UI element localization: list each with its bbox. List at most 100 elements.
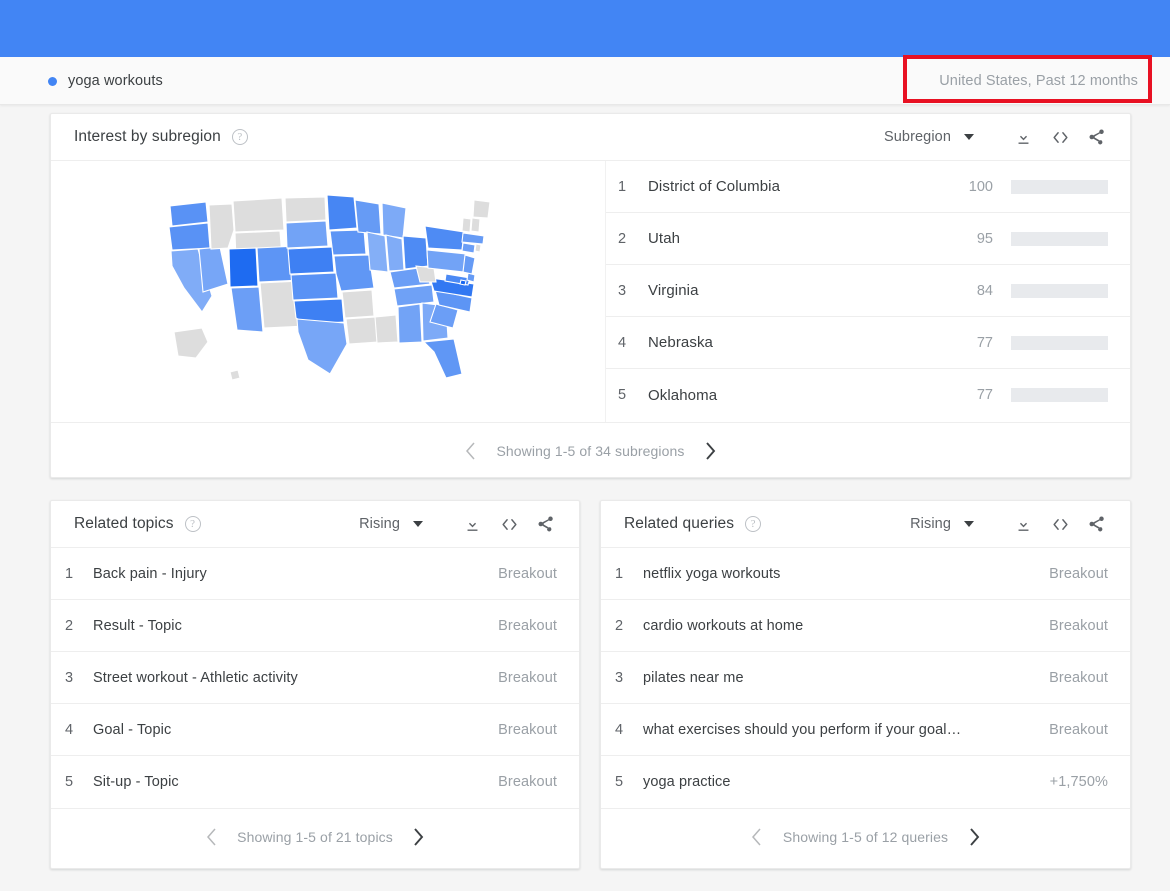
- subregion-scope-label: Subregion: [883, 129, 951, 145]
- row-rank: 2: [618, 230, 627, 247]
- item-value: Breakout: [498, 721, 557, 738]
- us-map-svg[interactable]: [158, 192, 498, 392]
- item-label: yoga practice: [643, 774, 731, 790]
- share-icon[interactable]: [1086, 126, 1108, 148]
- item-value: Breakout: [1049, 669, 1108, 686]
- previous-page-button[interactable]: [201, 827, 221, 847]
- item-rank: 3: [615, 669, 624, 686]
- row-value: 100: [968, 178, 993, 195]
- item-rank: 3: [65, 669, 74, 686]
- chevron-down-icon: [964, 134, 974, 140]
- item-rank: 4: [615, 721, 624, 738]
- us-choropleth-map[interactable]: [51, 161, 606, 422]
- embed-icon[interactable]: [498, 513, 520, 535]
- row-region-name: Nebraska: [648, 334, 713, 351]
- item-value: Breakout: [1049, 617, 1108, 634]
- download-icon[interactable]: [1012, 513, 1034, 535]
- list-item[interactable]: 1 netflix yoga workouts Breakout: [601, 548, 1130, 600]
- row-value: 77: [976, 387, 993, 403]
- row-rank: 1: [618, 178, 627, 195]
- row-value: 95: [976, 230, 993, 247]
- topics-pagination: Showing 1-5 of 21 topics: [51, 808, 579, 864]
- item-value: Breakout: [498, 774, 557, 790]
- share-icon[interactable]: [535, 513, 557, 535]
- item-rank: 5: [65, 774, 74, 790]
- item-label: cardio workouts at home: [643, 617, 804, 634]
- series-color-dot: [48, 76, 57, 86]
- app-header-bar: [0, 0, 1170, 57]
- list-item[interactable]: 3 pilates near me Breakout: [601, 652, 1130, 704]
- row-region-name: Virginia: [648, 282, 699, 299]
- item-label: Result - Topic: [93, 617, 182, 634]
- row-bar-track: [1011, 179, 1108, 194]
- item-label: Back pain - Injury: [93, 565, 207, 582]
- row-rank: 3: [618, 282, 627, 299]
- item-rank: 5: [615, 774, 624, 790]
- list-item[interactable]: 4 Goal - Topic Breakout: [51, 704, 579, 756]
- interest-by-subregion-card: Interest by subregion ? Subregion 1 Dist…: [50, 113, 1131, 478]
- list-item[interactable]: 2 Result - Topic Breakout: [51, 600, 579, 652]
- topics-sort-label: Rising: [359, 516, 400, 532]
- item-label: what exercises should you perform if you…: [643, 721, 962, 738]
- item-value: +1,750%: [1049, 774, 1108, 790]
- row-region-name: District of Columbia: [648, 178, 781, 195]
- row-value: 77: [976, 334, 993, 351]
- table-row[interactable]: 5 Oklahoma 77: [606, 369, 1130, 421]
- search-term-chip[interactable]: yoga workouts: [48, 57, 163, 105]
- subregion-list: 1 District of Columbia 100 2 Utah 95 3 V…: [606, 161, 1130, 422]
- search-term-label: yoga workouts: [68, 73, 163, 89]
- queries-list: 1 netflix yoga workouts Breakout 2 cardi…: [601, 548, 1130, 808]
- topics-card-title: Related topics: [74, 515, 174, 532]
- item-rank: 1: [615, 565, 624, 582]
- item-rank: 2: [615, 617, 624, 634]
- embed-icon[interactable]: [1049, 126, 1071, 148]
- subregion-card-title: Interest by subregion: [74, 128, 221, 145]
- list-item[interactable]: 2 cardio workouts at home Breakout: [601, 600, 1130, 652]
- row-rank: 5: [618, 387, 627, 403]
- table-row[interactable]: 3 Virginia 84: [606, 265, 1130, 317]
- location-timeframe-label: United States, Past 12 months: [939, 73, 1138, 89]
- download-icon[interactable]: [1012, 126, 1034, 148]
- list-item[interactable]: 3 Street workout - Athletic activity Bre…: [51, 652, 579, 704]
- pagination-label: Showing 1-5 of 34 subregions: [496, 442, 685, 459]
- share-icon[interactable]: [1086, 513, 1108, 535]
- item-value: Breakout: [498, 669, 557, 686]
- embed-icon[interactable]: [1049, 513, 1071, 535]
- help-icon[interactable]: ?: [745, 516, 762, 532]
- help-icon[interactable]: ?: [184, 516, 201, 532]
- chevron-down-icon: [413, 521, 423, 527]
- item-rank: 1: [65, 565, 74, 582]
- queries-card-title: Related queries: [624, 515, 735, 532]
- related-queries-card: Related queries ? Rising 1 netflix yoga …: [600, 500, 1131, 869]
- subregion-scope-dropdown[interactable]: Subregion: [884, 129, 974, 145]
- item-label: Sit-up - Topic: [93, 774, 179, 790]
- table-row[interactable]: 4 Nebraska 77: [606, 317, 1130, 369]
- item-rank: 2: [65, 617, 74, 634]
- row-bar-track: [1011, 231, 1108, 246]
- location-timeframe-filter[interactable]: United States, Past 12 months: [925, 57, 1152, 105]
- next-page-button[interactable]: [701, 441, 721, 461]
- next-page-button[interactable]: [409, 827, 429, 847]
- list-item[interactable]: 5 Sit-up - Topic Breakout: [51, 756, 579, 808]
- table-row[interactable]: 1 District of Columbia 100: [606, 161, 1130, 213]
- item-label: netflix yoga workouts: [643, 565, 781, 582]
- download-icon[interactable]: [461, 513, 483, 535]
- previous-page-button[interactable]: [460, 441, 480, 461]
- row-bar-track: [1011, 335, 1108, 350]
- subregion-card-header: Interest by subregion ? Subregion: [51, 114, 1130, 161]
- queries-sort-label: Rising: [910, 516, 951, 532]
- list-item[interactable]: 4 what exercises should you perform if y…: [601, 704, 1130, 756]
- item-value: Breakout: [1049, 721, 1108, 738]
- table-row[interactable]: 2 Utah 95: [606, 213, 1130, 265]
- help-icon[interactable]: ?: [231, 129, 248, 145]
- previous-page-button[interactable]: [747, 827, 767, 847]
- queries-card-header: Related queries ? Rising: [601, 501, 1130, 548]
- next-page-button[interactable]: [964, 827, 984, 847]
- list-item[interactable]: 1 Back pain - Injury Breakout: [51, 548, 579, 600]
- item-value: Breakout: [498, 617, 557, 634]
- list-item[interactable]: 5 yoga practice +1,750%: [601, 756, 1130, 808]
- item-label: Street workout - Athletic activity: [93, 669, 298, 686]
- queries-sort-dropdown[interactable]: Rising: [910, 516, 974, 532]
- pagination-label: Showing 1-5 of 21 topics: [237, 828, 393, 845]
- topics-sort-dropdown[interactable]: Rising: [359, 516, 423, 532]
